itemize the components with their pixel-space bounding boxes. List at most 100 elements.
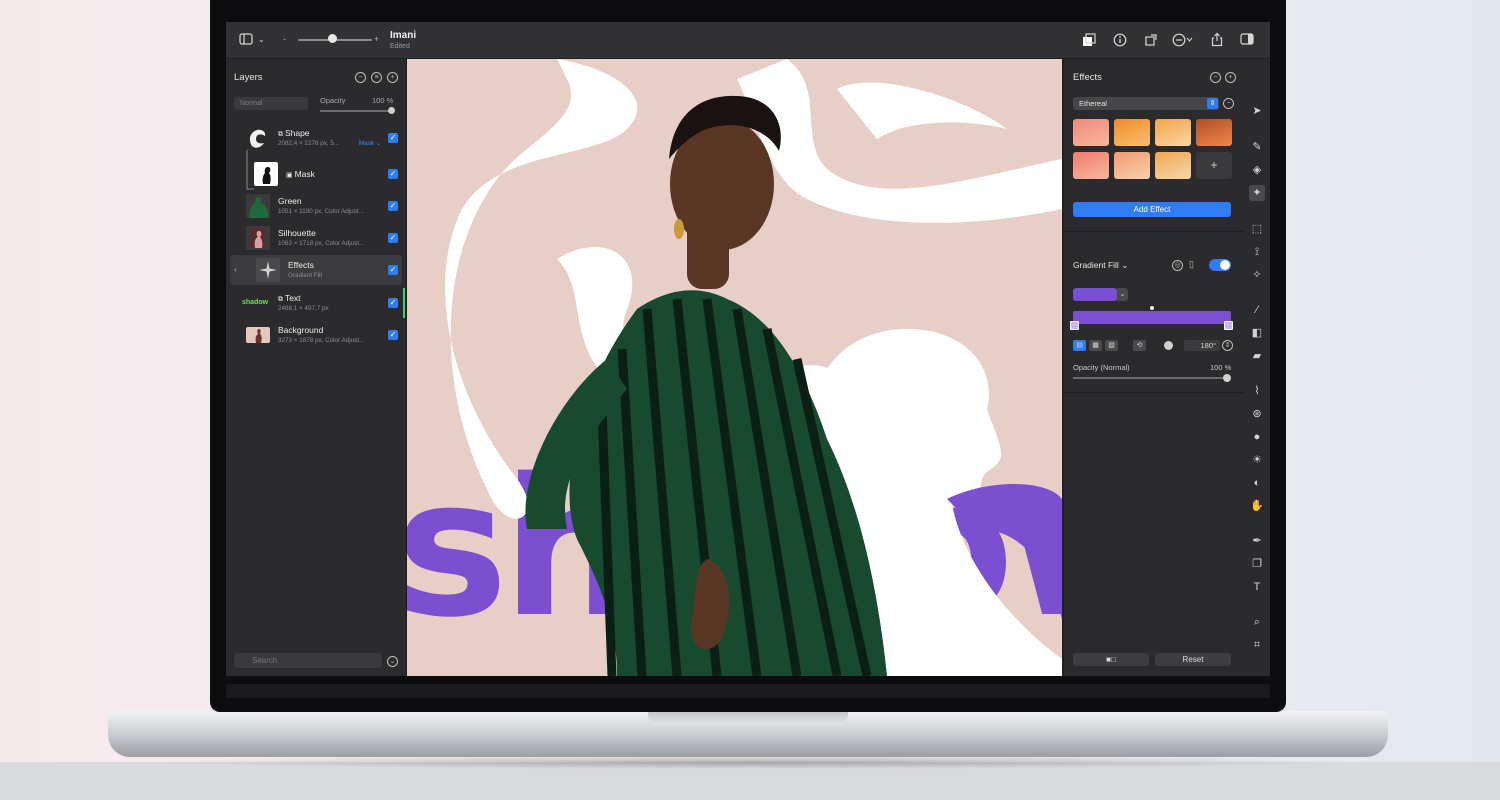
gradient-color-well[interactable] — [1073, 288, 1117, 301]
sidebar-right-icon[interactable] — [1240, 33, 1254, 48]
info-icon[interactable] — [1113, 33, 1127, 50]
layer-visibility-checkbox[interactable]: ✓ — [388, 233, 398, 243]
layer-visibility-checkbox[interactable]: ✓ — [388, 330, 398, 340]
compare-button[interactable]: ■□ — [1073, 653, 1149, 666]
gradient-fill-title[interactable]: Gradient Fill ⌄ — [1073, 260, 1128, 271]
layer-name: Effects — [288, 260, 314, 270]
add-swatch-button[interactable]: + — [1196, 152, 1232, 179]
layer-details: 3273 × 1878 px, Color Adjust... — [278, 337, 365, 344]
minus-circle-icon[interactable]: − — [1210, 72, 1221, 83]
effect-swatch[interactable] — [1196, 119, 1232, 146]
layer-visibility-checkbox[interactable]: ✓ — [388, 265, 398, 275]
layer-row-silhouette[interactable]: Silhouette 1063 × 1718 px, Color Adjust.… — [230, 223, 402, 253]
plus-circle-icon[interactable]: + — [1225, 72, 1236, 83]
blur-icon[interactable]: ● — [1249, 429, 1265, 445]
mask-link[interactable]: Mask ⌄ — [359, 140, 381, 147]
angle-dial-icon[interactable] — [1164, 341, 1173, 350]
fill-opacity-slider-track[interactable] — [1073, 377, 1231, 379]
effect-swatch[interactable] — [1114, 119, 1150, 146]
collapse-chevron-icon[interactable]: ‹ — [234, 265, 237, 274]
paint-select-icon[interactable]: ✎ — [1249, 139, 1265, 155]
rect-select-icon[interactable]: ⬚ — [1249, 221, 1265, 237]
zoom-out-button[interactable]: - — [283, 32, 286, 46]
more-icon[interactable] — [1172, 33, 1194, 50]
layer-visibility-checkbox[interactable]: ✓ — [388, 133, 398, 143]
reverse-gradient-button[interactable]: ⟲ — [1133, 340, 1146, 351]
layer-visibility-checkbox[interactable]: ✓ — [388, 169, 398, 179]
gradient-bar[interactable] — [1073, 311, 1231, 324]
mask-layer-icon: ▣ — [286, 172, 295, 179]
shapes-icon[interactable]: ❐ — [1249, 556, 1265, 572]
layers-search-input[interactable]: Search — [234, 653, 382, 668]
effect-swatch[interactable] — [1155, 152, 1191, 179]
layers-stack-icon[interactable]: ≡ — [371, 72, 382, 83]
layer-name: ⧉ Shape — [278, 128, 310, 138]
crop-icon[interactable] — [1144, 33, 1158, 50]
gradient-midpoint[interactable] — [1150, 306, 1154, 310]
settings-icon[interactable]: ◎ — [1172, 260, 1183, 271]
effects-tool-icon[interactable]: ✦ — [1249, 185, 1265, 201]
chevron-down-icon[interactable]: ⌄ — [1117, 288, 1128, 301]
gradient-stop-right[interactable] — [1224, 321, 1233, 330]
retouch-icon[interactable]: ⌇ — [1249, 383, 1265, 399]
layer-row-text[interactable]: shadow ⧉ Text 2488,1 × 497,7 px ✓ — [230, 288, 405, 318]
linear-gradient-button[interactable]: ▤ — [1073, 340, 1086, 351]
hand-icon[interactable]: ✋ — [1249, 498, 1265, 514]
layer-details: 2082,4 × 2276 px, 5... — [278, 140, 340, 147]
sidebar-toggle-icon[interactable] — [238, 33, 254, 48]
burn-icon[interactable]: ◐ — [1249, 475, 1265, 491]
stepper-icon[interactable]: ⇕ — [1222, 340, 1233, 351]
fill-opacity-slider-knob[interactable] — [1223, 374, 1231, 382]
layer-visibility-checkbox[interactable]: ✓ — [388, 298, 398, 308]
pen-tool-icon[interactable]: ✒ — [1249, 533, 1265, 549]
zoom-slider-knob[interactable] — [328, 34, 337, 43]
minus-circle-icon[interactable]: − — [355, 72, 366, 83]
add-effect-button[interactable]: Add Effect — [1073, 202, 1231, 217]
zoom-tool-icon[interactable]: ⌕ — [1249, 614, 1265, 630]
trash-icon[interactable]: ▯ — [1189, 259, 1194, 270]
chevron-down-icon[interactable]: ⌄ — [258, 33, 265, 47]
opacity-value[interactable]: 100 % — [372, 96, 393, 105]
radial-gradient-button[interactable]: ▦ — [1089, 340, 1102, 351]
layer-row-background[interactable]: Background 3273 × 1878 px, Color Adjust.… — [230, 320, 402, 350]
chevron-updown-icon[interactable]: ⇕ — [1207, 98, 1218, 109]
blend-mode-select[interactable]: Normal — [234, 97, 308, 110]
opacity-slider-track[interactable] — [320, 110, 394, 112]
opacity-slider-knob[interactable] — [388, 107, 395, 114]
gradient-angle-field[interactable]: 180° — [1184, 340, 1220, 351]
layer-row-green[interactable]: Green 1051 × 1190 px, Color Adjust... ✓ — [230, 191, 402, 221]
layer-row-shape[interactable]: ⧉ Shape 2082,4 × 2276 px, 5... Mask ⌄ ✓ — [230, 123, 402, 153]
fill-opacity-value[interactable]: 100 % — [1210, 363, 1231, 372]
layers-style-icon[interactable] — [1082, 33, 1096, 50]
reset-button[interactable]: Reset — [1155, 653, 1231, 666]
gradient-tool-icon[interactable]: ◧ — [1249, 325, 1265, 341]
clone-icon[interactable]: ⊛ — [1249, 406, 1265, 422]
lasso-icon[interactable]: ⟟ — [1249, 244, 1265, 260]
effect-swatch[interactable] — [1155, 119, 1191, 146]
share-icon[interactable] — [1210, 32, 1224, 50]
brush-icon[interactable]: ⁄ — [1249, 302, 1265, 318]
layer-visibility-checkbox[interactable]: ✓ — [388, 201, 398, 211]
layer-thumb-text: shadow — [242, 299, 269, 306]
crop-tool-icon[interactable]: ⌗ — [1249, 637, 1265, 653]
text-tool-icon[interactable]: T — [1249, 579, 1265, 595]
eraser-icon[interactable]: ▰ — [1249, 348, 1265, 364]
effect-swatch[interactable] — [1114, 152, 1150, 179]
angular-gradient-button[interactable]: ▧ — [1105, 340, 1118, 351]
gradient-stop-left[interactable] — [1070, 321, 1079, 330]
plus-circle-icon[interactable]: + — [387, 72, 398, 83]
effect-preset-select[interactable]: Ethereal — [1073, 97, 1219, 110]
sun-icon[interactable]: ☀ — [1249, 452, 1265, 468]
zoom-in-button[interactable]: + — [374, 32, 379, 46]
fill-tool-icon[interactable]: ◈ — [1249, 162, 1265, 178]
effect-swatch[interactable] — [1073, 119, 1109, 146]
filter-icon[interactable]: ⌄ — [387, 656, 398, 667]
magic-wand-icon[interactable]: ✧ — [1249, 267, 1265, 283]
layer-row-mask[interactable]: ▣ Mask ✓ — [230, 159, 402, 189]
layer-row-effects[interactable]: ‹ Effects Gradient Fill ✓ — [230, 255, 402, 285]
image-canvas[interactable]: shadow — [407, 59, 1062, 676]
arrow-tool-icon[interactable]: ➤ — [1249, 103, 1265, 119]
fill-opacity-label[interactable]: Opacity (Normal) — [1073, 363, 1130, 372]
remove-preset-icon[interactable]: − — [1223, 98, 1234, 109]
effect-swatch[interactable] — [1073, 152, 1109, 179]
